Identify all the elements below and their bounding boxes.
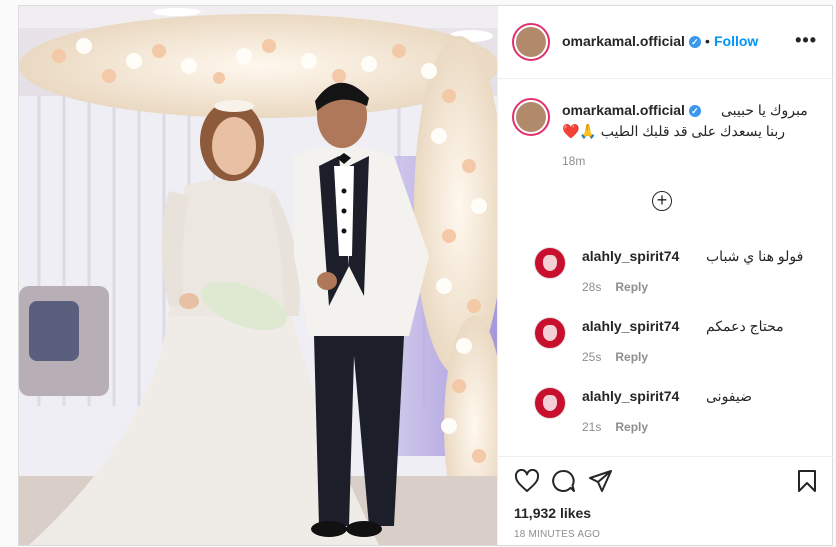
bookmark-icon[interactable] <box>796 469 818 493</box>
commenter-avatar[interactable] <box>534 387 566 419</box>
comment-text: فولو هنا ي شباب <box>706 248 804 264</box>
avatar-image <box>516 102 546 132</box>
comment-text: محتاج دعمكم <box>706 318 784 334</box>
author-username-text: omarkamal.official <box>562 33 685 49</box>
comment-username[interactable]: alahly_spirit74 <box>582 318 679 334</box>
author-username[interactable]: omarkamal.official ✓ <box>562 33 701 49</box>
comment-time: 28s <box>582 280 602 294</box>
caption-line-2: ربنا يسعدك على قد قلبك الطيب 🙏❤️ <box>562 123 786 139</box>
comment-meta: 28s Reply <box>582 280 648 294</box>
post-card: omarkamal.official ✓ • Follow ••• omarkam… <box>18 5 833 546</box>
author-avatar[interactable] <box>512 23 550 61</box>
comment-meta: 25s Reply <box>582 350 648 364</box>
caption-timestamp: 18m <box>562 154 586 168</box>
caption-username[interactable]: omarkamal.official ✓ <box>562 102 701 118</box>
separator-dot: • <box>705 33 710 49</box>
reply-button[interactable]: Reply <box>615 280 648 294</box>
comment-text: ضيفونى <box>706 388 752 404</box>
commenter-avatar[interactable] <box>534 317 566 349</box>
reply-button[interactable]: Reply <box>615 350 648 364</box>
more-options-icon[interactable]: ••• <box>795 30 817 51</box>
comment-meta: 21s Reply <box>582 420 648 434</box>
paper-plane-icon[interactable] <box>588 469 614 493</box>
caption-avatar[interactable] <box>512 98 550 136</box>
follow-button[interactable]: Follow <box>714 33 758 49</box>
wedding-photo-image <box>19 6 497 545</box>
comment-time: 25s <box>582 350 602 364</box>
verified-badge-icon: ✓ <box>688 105 701 118</box>
load-more-comments-icon[interactable]: + <box>652 191 672 211</box>
post-actions: 11,932 likes 18 MINUTES AGO <box>498 456 833 547</box>
likes-count[interactable]: 11,932 likes <box>514 505 591 521</box>
reply-button[interactable]: Reply <box>615 420 648 434</box>
caption-line-1: مبروك يا حبيبى <box>721 102 808 118</box>
comment-time: 21s <box>582 420 602 434</box>
commenter-avatar[interactable] <box>534 247 566 279</box>
caption-username-text: omarkamal.official <box>562 102 685 118</box>
heart-icon[interactable] <box>514 469 540 493</box>
comment-icon[interactable] <box>550 469 576 493</box>
comment-username[interactable]: alahly_spirit74 <box>582 248 679 264</box>
avatar-image <box>516 27 546 57</box>
comment-username[interactable]: alahly_spirit74 <box>582 388 679 404</box>
post-header: omarkamal.official ✓ • Follow ••• <box>498 6 833 79</box>
post-timestamp: 18 MINUTES AGO <box>514 529 601 540</box>
post-photo[interactable] <box>19 6 497 545</box>
verified-badge-icon: ✓ <box>688 36 701 49</box>
post-side-panel: omarkamal.official ✓ • Follow ••• omarkam… <box>497 6 833 547</box>
